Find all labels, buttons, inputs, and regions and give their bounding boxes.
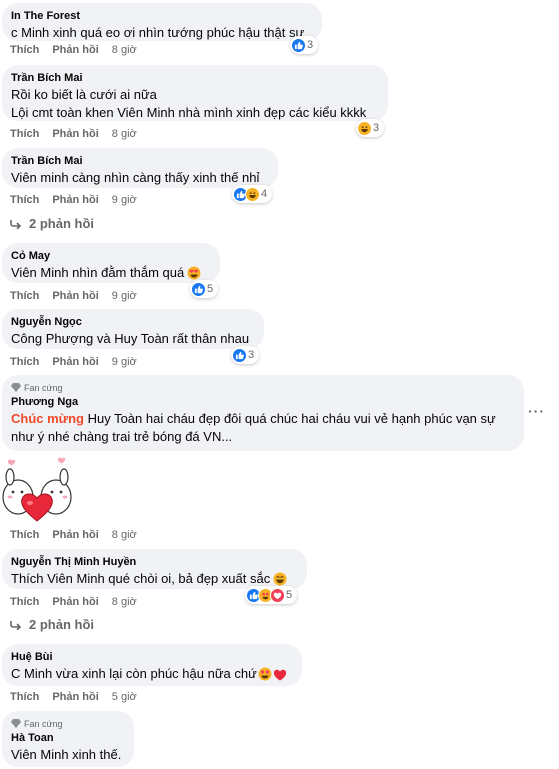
like-reaction-icon (232, 347, 247, 363)
comment-bubble: Fan cứng Hà Toan Viên Minh xinh thế. (2, 711, 134, 767)
highlighted-word: Chúc mừng (11, 411, 84, 426)
like-button[interactable]: Thích (10, 356, 39, 368)
comment-author[interactable]: Huệ Bùi (11, 650, 292, 665)
comment-author[interactable]: Hà Toan (11, 731, 124, 746)
comment-bubble: Nguyễn Thị Minh Huyền Thích Viên Minh qu… (2, 549, 307, 589)
reaction-summary[interactable]: 3 (231, 346, 260, 364)
view-replies-link[interactable]: 2 phản hồi (10, 216, 94, 231)
sticker[interactable] (0, 455, 76, 525)
reaction-count: 3 (307, 39, 314, 51)
reply-arrow-icon (10, 219, 22, 229)
diamond-icon (11, 719, 21, 728)
comment-bubble: Cỏ May Viên Minh nhìn đằm thắm quá (2, 243, 220, 283)
reaction-summary[interactable]: 3 (290, 36, 319, 54)
more-options-icon[interactable]: ··· (528, 403, 545, 419)
reply-button[interactable]: Phản hồi (52, 596, 98, 608)
like-reaction-icon (191, 281, 206, 297)
comment-author[interactable]: Phương Nga (11, 395, 514, 410)
heart-eyes-emoji-icon (258, 667, 272, 681)
comment-author[interactable]: Nguyễn Thị Minh Huyền (11, 555, 297, 570)
comment-author[interactable]: Trần Bích Mai (11, 71, 378, 86)
comment-author[interactable]: Nguyễn Ngọc (11, 315, 254, 330)
reaction-count: 4 (261, 188, 268, 200)
comment-actions: Thích Phản hồi 8 giờ (10, 44, 137, 56)
reply-button[interactable]: Phản hồi (52, 194, 98, 206)
reply-button[interactable]: Phản hồi (52, 691, 98, 703)
reply-button[interactable]: Phản hồi (52, 44, 98, 56)
comment-text: Viên Minh nhìn đằm thắm quá (11, 264, 210, 282)
comment-text: Rồi ko biết là cưới ai nữa (11, 87, 157, 102)
comment-bubble: Trần Bích Mai Rồi ko biết là cưới ai nữa… (2, 65, 388, 121)
comment-text: Lội cmt toàn khen Viên Minh nhà mình xin… (11, 105, 367, 120)
replies-count-label: 2 phản hồi (29, 216, 94, 231)
badge-label: Fan cứng (24, 382, 63, 393)
comment-text: Viên Minh xinh thế. (11, 747, 122, 762)
love-reaction-icon (270, 587, 285, 603)
comment-actions: Thích Phản hồi 8 giờ (10, 596, 137, 608)
heart-eyes-emoji-icon (187, 266, 201, 280)
comment-actions: Thích Phản hồi 9 giờ (10, 356, 137, 368)
comment-actions: Thích Phản hồi 8 giờ (10, 529, 137, 541)
diamond-icon (11, 383, 21, 392)
comment-bubble: In The Forest c Minh xinh quá eo ơi nhìn… (2, 3, 322, 41)
view-replies-link[interactable]: 2 phản hồi (10, 617, 94, 632)
comment-actions: Thích Phản hồi 9 giờ (10, 290, 137, 302)
like-button[interactable]: Thích (10, 44, 39, 56)
comment-text: c Minh xinh quá eo ơi nhìn tướng phúc hậ… (11, 25, 305, 40)
reaction-summary[interactable]: 5 (245, 586, 298, 604)
top-fan-badge: Fan cứng (11, 381, 514, 394)
comment-actions: Thích Phản hồi 8 giờ (10, 128, 137, 140)
like-reaction-icon (291, 37, 306, 53)
like-button[interactable]: Thích (10, 691, 39, 703)
reaction-count: 5 (286, 589, 293, 601)
replies-count-label: 2 phản hồi (29, 617, 94, 632)
comment-text: C Minh vừa xinh lại còn phúc hậu nữa chứ (11, 665, 292, 683)
comment-bubble: Fan cứng Phương Nga Chúc mừng Huy Toàn h… (2, 375, 524, 451)
comment-text: Viên minh càng nhìn càng thấy xinh thế n… (11, 170, 260, 185)
reaction-count: 3 (248, 349, 255, 361)
top-fan-badge: Fan cứng (11, 717, 124, 730)
comment-text: Công Phượng và Huy Toàn rất thân nhau (11, 331, 250, 346)
comment-author[interactable]: Cỏ May (11, 249, 210, 264)
comment-time[interactable]: 8 giờ (112, 128, 137, 140)
badge-label: Fan cứng (24, 718, 63, 729)
comment-bubble: Nguyễn Ngọc Công Phượng và Huy Toàn rất … (2, 309, 264, 349)
like-button[interactable]: Thích (10, 596, 39, 608)
comment-time[interactable]: 8 giờ (112, 596, 137, 608)
red-heart-emoji-icon (273, 669, 286, 681)
bunny-heart-sticker-icon (2, 457, 72, 522)
comment-author[interactable]: In The Forest (11, 9, 312, 24)
comment-text: như ý nhé chàng trai trẻ bóng đá VN... (11, 429, 233, 444)
reaction-summary[interactable]: 5 (190, 280, 219, 298)
reaction-summary[interactable]: 4 (232, 185, 273, 203)
comment-time[interactable]: 5 giờ (112, 691, 137, 703)
reaction-count: 3 (373, 122, 380, 134)
reaction-summary[interactable]: 3 (356, 119, 385, 137)
comment-bubble: Huệ Bùi C Minh vừa xinh lại còn phúc hậu… (2, 644, 302, 686)
like-button[interactable]: Thích (10, 194, 39, 206)
comment-author[interactable]: Trần Bích Mai (11, 154, 268, 169)
reply-button[interactable]: Phản hồi (52, 356, 98, 368)
grinning-emoji-icon (273, 572, 287, 586)
like-button[interactable]: Thích (10, 128, 39, 140)
comment-time[interactable]: 8 giờ (112, 44, 137, 56)
reply-button[interactable]: Phản hồi (52, 529, 98, 541)
comment-actions: Thích Phản hồi 5 giờ (10, 691, 137, 703)
like-button[interactable]: Thích (10, 290, 39, 302)
comment-text: Chúc mừng Huy Toàn hai cháu đẹp đôi quá … (11, 411, 496, 426)
haha-reaction-icon (245, 186, 260, 202)
comment-bubble: Trần Bích Mai Viên minh càng nhìn càng t… (2, 148, 278, 188)
reaction-count: 5 (207, 283, 214, 295)
comment-actions: Thích Phản hồi 9 giờ (10, 194, 137, 206)
reply-button[interactable]: Phản hồi (52, 128, 98, 140)
comment-time[interactable]: 9 giờ (112, 194, 137, 206)
reply-arrow-icon (10, 620, 22, 630)
reply-button[interactable]: Phản hồi (52, 290, 98, 302)
comment-time[interactable]: 9 giờ (112, 290, 137, 302)
comment-time[interactable]: 8 giờ (112, 529, 137, 541)
comment-time[interactable]: 9 giờ (112, 356, 137, 368)
haha-reaction-icon (357, 120, 372, 136)
like-button[interactable]: Thích (10, 529, 39, 541)
